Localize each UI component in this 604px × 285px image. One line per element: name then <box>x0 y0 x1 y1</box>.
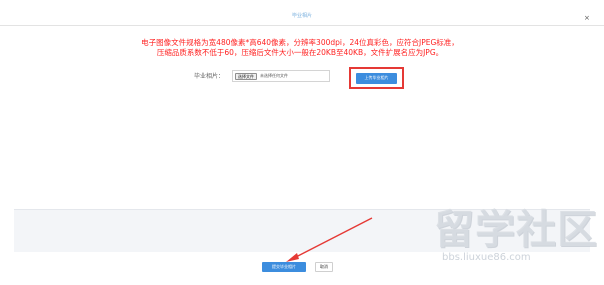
photo-field-label: 毕业相片： <box>194 73 225 80</box>
choose-file-button[interactable]: 选择文件 <box>235 72 257 80</box>
title-divider <box>0 25 604 26</box>
file-input[interactable]: 选择文件 未选择任何文件 <box>232 70 330 82</box>
upload-photo-button[interactable]: 上传毕业相片 <box>356 72 397 84</box>
notice-line-1: 电子图像文件规格为宽480像素*高640像素，分辨率300dpi，24位真彩色，… <box>141 38 459 47</box>
submit-photo-button[interactable]: 提交毕业相片 <box>262 262 306 272</box>
dialog-title: 毕业相片 <box>291 13 312 19</box>
notice-line-2: 压缩品质系数不低于60，压缩后文件大小一般在20KB至40KB，文件扩展名应为J… <box>156 48 444 57</box>
photo-requirements-notice: 电子图像文件规格为宽480像素*高640像素，分辨率300dpi，24位真彩色，… <box>90 38 510 58</box>
close-icon[interactable]: × <box>584 14 590 22</box>
content-panel <box>14 209 590 252</box>
upload-button-highlight: 上传毕业相片 <box>349 67 404 89</box>
no-file-chosen-text: 未选择任何文件 <box>260 73 288 78</box>
cancel-button[interactable]: 取消 <box>315 262 333 272</box>
